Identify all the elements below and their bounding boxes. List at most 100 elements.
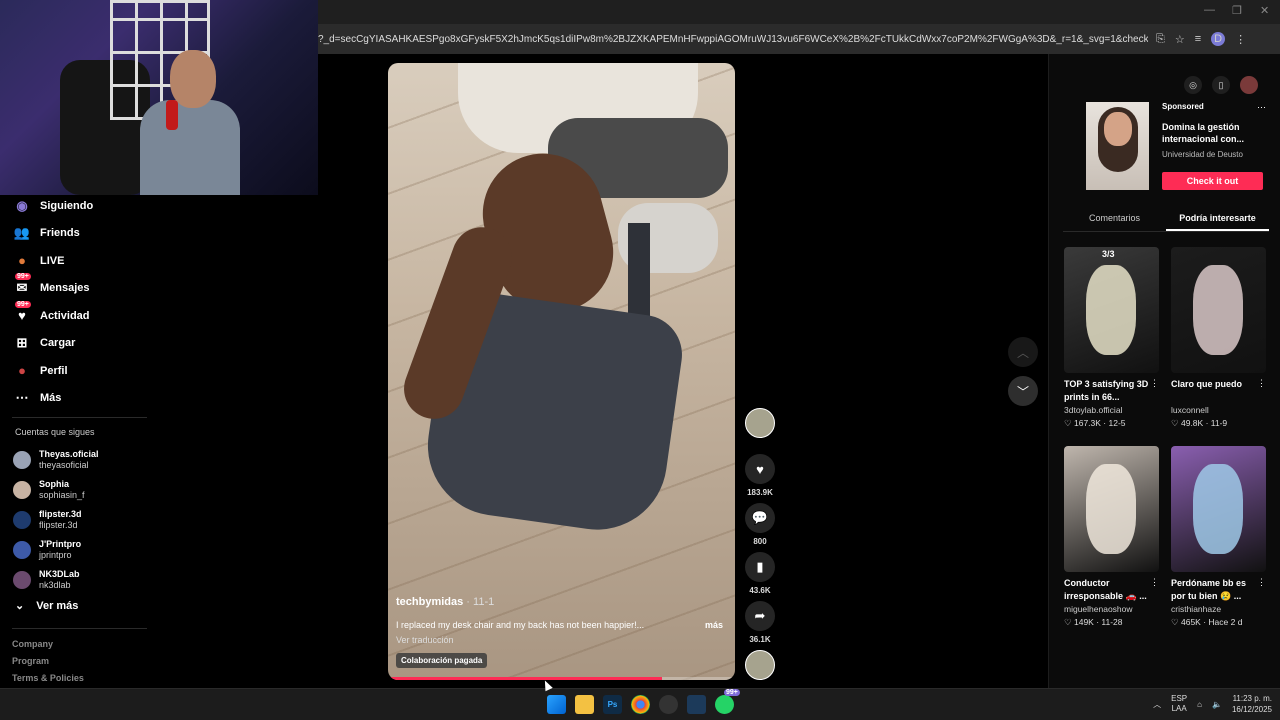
ad-cta-button[interactable]: Check it out [1162, 172, 1263, 190]
like-button[interactable]: ♥ [745, 454, 775, 484]
card-username[interactable]: cristhianhaze [1171, 604, 1266, 614]
author-name[interactable]: techbymidas [396, 596, 463, 608]
mobile-icon[interactable]: ▯ [1212, 76, 1230, 94]
clock[interactable]: 11:23 p. m. 16/12/2025 [1232, 693, 1272, 715]
account-text: Sophia sophiasin_f [39, 479, 85, 501]
share-button[interactable]: ➦ [745, 601, 775, 631]
followed-account[interactable]: Theyas.oficial theyasoficial [13, 445, 163, 475]
chrome-icon[interactable] [631, 695, 650, 714]
windows-start-icon[interactable] [547, 695, 566, 714]
creator-avatar[interactable] [745, 408, 775, 438]
card-likes: 465K [1180, 617, 1201, 627]
card-more-icon[interactable]: ⋮ [1257, 577, 1266, 588]
app-icon[interactable] [687, 695, 706, 714]
sidebar-item-actividad[interactable]: ♥ 99+ Actividad [12, 300, 162, 330]
video-actions: ♥ 183.9K 💬 800 ▮ 43.6K ➦ 36.1K [743, 408, 777, 680]
footer-link-program[interactable]: Program [12, 656, 84, 673]
minimize-icon[interactable]: — [1204, 4, 1215, 16]
media-control-icon[interactable]: ≡ [1195, 33, 1201, 45]
heart-icon: ♡ [1064, 617, 1074, 627]
card-likes: 167.3K [1073, 418, 1101, 428]
sidebar-item-siguiendo[interactable]: ◉ Siguiendo [12, 192, 162, 220]
activity-icon: ♥ 99+ [15, 300, 31, 324]
save-button[interactable]: ▮ [745, 552, 775, 582]
footer-link-company[interactable]: Company [12, 639, 84, 656]
ad-thumbnail[interactable] [1086, 102, 1149, 190]
card-title[interactable]: TOP 3 satisfying 3D prints in 66... [1064, 378, 1149, 404]
card-likes: 149K [1073, 617, 1094, 627]
recommended-video-card[interactable]: Perdóname bb es por tu bien 😢 ... ⋮ cristh… [1171, 446, 1266, 628]
recommended-video-card[interactable]: Conductor irresponsable 🚗 ... ⋮ miguelhena… [1064, 446, 1159, 628]
ad-more-icon[interactable]: ⋯ [1257, 102, 1266, 113]
card-title[interactable]: Claro que puedo [1171, 378, 1256, 404]
followed-account[interactable]: J'Printpro jprintpro [13, 535, 163, 565]
user-avatar[interactable] [1240, 76, 1258, 94]
tab-recommended[interactable]: Podría interesarte [1166, 208, 1269, 231]
cast-icon[interactable]: ⎘ [1156, 33, 1165, 46]
obs-icon[interactable] [659, 695, 678, 714]
card-title[interactable]: Conductor irresponsable 🚗 ... [1064, 577, 1149, 603]
comment-button[interactable]: 💬 [745, 503, 775, 533]
photoshop-icon[interactable]: Ps [603, 695, 622, 714]
video-player[interactable]: techbymidas · 11-1 I replaced my desk ch… [388, 63, 735, 680]
paid-partnership-badge: Colaboración pagada [396, 653, 488, 668]
translate-link[interactable]: Ver traducción [396, 635, 727, 645]
video-progress-bar[interactable] [388, 677, 735, 680]
card-more-icon[interactable]: ⋮ [1150, 378, 1159, 389]
heart-icon: ♡ [1171, 418, 1181, 428]
account-name: Theyas.oficial [39, 449, 99, 459]
card-username[interactable]: miguelhenaoshow [1064, 604, 1159, 614]
see-more-button[interactable]: ⌄ Ver más [15, 599, 79, 613]
tab-comments[interactable]: Comentarios [1063, 208, 1166, 231]
card-username[interactable]: luxconnell [1171, 405, 1266, 415]
caption-more-link[interactable]: más [705, 620, 723, 630]
video-thumbnail[interactable]: 3/3 [1064, 247, 1159, 373]
video-thumbnail[interactable] [1171, 247, 1266, 373]
card-username[interactable]: 3dtoylab.official [1064, 405, 1159, 415]
card-title[interactable]: Perdóname bb es por tu bien 😢 ... [1171, 577, 1256, 603]
card-more-icon[interactable]: ⋮ [1150, 577, 1159, 588]
compass-icon[interactable]: ◎ [1184, 76, 1202, 94]
sidebar-item-perfil[interactable]: ● Perfil [12, 357, 162, 385]
sidebar-item-label: Actividad [40, 309, 90, 322]
card-date: Hace 2 d [1208, 617, 1243, 627]
whatsapp-icon[interactable]: 99+ [715, 689, 740, 714]
address-bar[interactable]: ?_d=secCgYIASAHKAESPgo8xGFyskF5X2hJmcK5q… [318, 24, 1280, 54]
close-icon[interactable]: ✕ [1260, 4, 1269, 17]
browser-menu-icon[interactable]: ⋮ [1235, 33, 1246, 46]
bookmark-star-icon[interactable]: ☆ [1175, 33, 1185, 46]
volume-icon[interactable]: 🔈 [1212, 700, 1222, 709]
music-avatar[interactable] [745, 650, 775, 680]
account-name: Sophia [39, 479, 70, 489]
recommended-video-card[interactable]: 3/3 TOP 3 satisfying 3D prints in 66... ⋮ 3… [1064, 247, 1159, 429]
tray-overflow-icon[interactable]: ︿ [1153, 699, 1161, 710]
network-icon[interactable]: ⌂ [1197, 700, 1202, 709]
sidebar-item-cargar[interactable]: ⊞ Cargar [12, 330, 162, 358]
sidebar-item-m-s[interactable]: ⋯ Más [12, 385, 162, 413]
language-label: ESP [1171, 694, 1188, 703]
video-thumbnail[interactable] [1064, 446, 1159, 572]
video-thumbnail[interactable] [1171, 446, 1266, 572]
see-more-label: Ver más [36, 599, 79, 612]
ad-title[interactable]: Domina la gestión internacional con... [1162, 121, 1262, 145]
next-video-button[interactable]: ﹀ [1008, 376, 1038, 406]
followed-account[interactable]: NK3DLab nk3dlab [13, 565, 163, 595]
previous-video-button[interactable]: ︿ [1008, 337, 1038, 367]
followed-account[interactable]: flipster.3d flipster.3d [13, 505, 163, 535]
sidebar-item-mensajes[interactable]: ✉ 99+ Mensajes [12, 273, 162, 303]
video-author[interactable]: techbymidas · 11-1 [396, 596, 727, 608]
keyboard-language[interactable]: ESP LAA [1171, 694, 1187, 714]
share-count: 36.1K [749, 635, 771, 644]
sidebar-item-live[interactable]: ● LIVE [12, 247, 162, 275]
ad-person-face [1104, 112, 1132, 146]
followed-account[interactable]: Sophia sophiasin_f [13, 475, 163, 505]
maximize-icon[interactable]: ❐ [1232, 4, 1242, 17]
system-tray: ︿ ESP LAA ⌂ 🔈 11:23 p. m. 16/12/2025 [1153, 693, 1272, 715]
account-text: Theyas.oficial theyasoficial [39, 449, 99, 471]
card-more-icon[interactable]: ⋮ [1257, 378, 1266, 389]
file-explorer-icon[interactable] [575, 695, 594, 714]
sidebar-item-friends[interactable]: 👥 Friends [12, 220, 162, 248]
recommended-video-card[interactable]: Claro que puedo ⋮ luxconnell ♡ 49.8K · 11-9 [1171, 247, 1266, 429]
browser-profile-avatar[interactable]: D [1211, 32, 1226, 46]
url-text[interactable]: ?_d=secCgYIASAHKAESPgo8xGFyskF5X2hJmcK5q… [318, 34, 1148, 45]
